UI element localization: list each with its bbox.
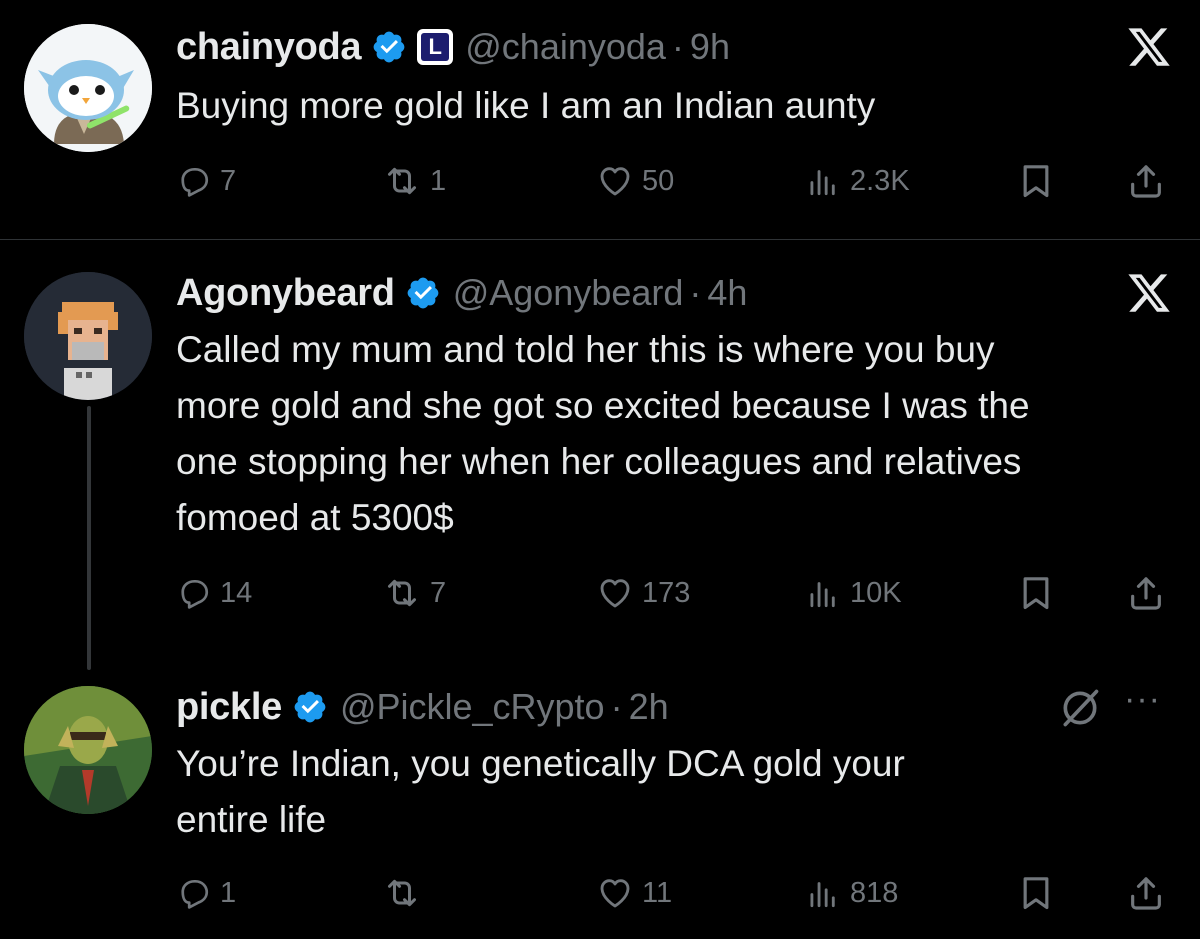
share-icon — [1126, 161, 1166, 201]
post-time[interactable]: 2h — [629, 686, 669, 728]
action-bar: 1 11 818 — [176, 870, 1176, 916]
verified-badge-icon[interactable] — [405, 275, 441, 311]
grok-icon[interactable] — [1058, 686, 1102, 730]
tweet-text: Called my mum and told her this is where… — [176, 322, 1176, 546]
heart-icon — [596, 874, 634, 912]
repost-button[interactable] — [382, 870, 430, 916]
tweet-text-line: You’re Indian, you genetically DCA gold … — [176, 743, 905, 784]
reply-button[interactable]: 7 — [176, 158, 236, 204]
reply-count: 1 — [220, 876, 237, 909]
painting-avatar-icon — [24, 686, 152, 814]
like-button[interactable]: 50 — [596, 158, 674, 204]
tweet-text-line: Buying more gold like I am an Indian aun… — [176, 85, 876, 126]
verified-badge-icon[interactable] — [371, 29, 407, 65]
share-icon — [1126, 573, 1166, 613]
display-name[interactable]: pickle — [176, 686, 282, 729]
user-handle[interactable]: @chainyoda — [465, 26, 666, 68]
bookmark-button[interactable] — [1016, 870, 1056, 916]
tweet-header: pickle @Pickle_cRypto · 2h — [176, 680, 669, 734]
bookmark-icon — [1016, 573, 1056, 613]
like-button[interactable]: 173 — [596, 570, 690, 616]
verified-badge-icon[interactable] — [292, 689, 328, 725]
share-icon — [1126, 873, 1166, 913]
separator-dot: · — [610, 686, 623, 727]
more-options-button[interactable]: ··· — [1124, 680, 1161, 719]
separator-dot: · — [671, 26, 684, 67]
thread-connector — [87, 406, 91, 670]
heart-icon — [596, 162, 634, 200]
tweet-text-line: one stopping her when her colleagues and… — [176, 441, 1022, 482]
repost-count: 7 — [430, 576, 447, 609]
tweet-header: Agonybeard @Agonybeard · 4h — [176, 266, 747, 320]
heart-icon — [596, 574, 634, 612]
like-button[interactable]: 11 — [596, 870, 672, 916]
bookmark-button[interactable] — [1016, 570, 1056, 616]
tweet-text-line: more gold and she got so excited because… — [176, 385, 1030, 426]
views-button[interactable]: 2.3K — [804, 158, 910, 204]
tweet-text: You’re Indian, you genetically DCA gold … — [176, 736, 1176, 848]
reply-button[interactable]: 1 — [176, 870, 236, 916]
affiliate-badge-icon[interactable]: L — [417, 29, 454, 65]
avatar-agonybeard[interactable] — [24, 272, 152, 400]
bookmark-icon — [1016, 161, 1056, 201]
view-count: 10K — [850, 576, 902, 609]
action-bar: 7 1 50 2.3K — [176, 158, 1176, 204]
reply-icon — [176, 163, 212, 199]
x-logo-icon — [1126, 24, 1172, 70]
penguin-avatar-icon — [24, 24, 152, 152]
repost-button[interactable]: 7 — [382, 570, 446, 616]
tweet-pickle[interactable]: pickle @Pickle_cRypto · 2h ··· You’re In… — [0, 660, 1200, 939]
repost-button[interactable]: 1 — [382, 158, 446, 204]
tweet-text-line: entire life — [176, 799, 327, 840]
avatar-pickle[interactable] — [24, 686, 152, 814]
tweet-text-line: Called my mum and told her this is where… — [176, 329, 995, 370]
share-button[interactable] — [1126, 570, 1166, 616]
reply-count: 7 — [220, 164, 237, 197]
post-time[interactable]: 4h — [707, 272, 747, 314]
post-time[interactable]: 9h — [690, 26, 730, 68]
views-button[interactable]: 10K — [804, 570, 902, 616]
reply-icon — [176, 575, 212, 611]
views-icon — [804, 874, 842, 912]
share-button[interactable] — [1126, 870, 1166, 916]
view-count: 2.3K — [850, 164, 910, 197]
like-count: 173 — [642, 576, 691, 609]
reply-icon — [176, 875, 212, 911]
tweet-chainyoda[interactable]: chainyoda L @chainyoda · 9h Buying more … — [0, 0, 1200, 240]
repost-icon — [382, 873, 422, 913]
tweet-agonybeard[interactable]: Agonybeard @Agonybeard · 4h Called my mu… — [0, 240, 1200, 670]
like-count: 11 — [642, 876, 673, 909]
display-name[interactable]: Agonybeard — [176, 272, 395, 315]
avatar-chainyoda[interactable] — [24, 24, 152, 152]
pixel-avatar-icon — [24, 272, 152, 400]
user-handle[interactable]: @Pickle_cRypto — [340, 686, 605, 728]
tweet-header: chainyoda L @chainyoda · 9h — [176, 20, 730, 74]
tweet-text-line: fomoed at 5300$ — [176, 497, 454, 538]
share-button[interactable] — [1126, 158, 1166, 204]
views-icon — [804, 574, 842, 612]
display-name[interactable]: chainyoda — [176, 26, 362, 69]
reply-count: 14 — [220, 576, 253, 609]
user-handle[interactable]: @Agonybeard — [453, 272, 684, 314]
like-count: 50 — [642, 164, 675, 197]
views-button[interactable]: 818 — [804, 870, 898, 916]
views-icon — [804, 162, 842, 200]
action-bar: 14 7 173 10K — [176, 570, 1176, 616]
repost-icon — [382, 161, 422, 201]
separator-dot: · — [689, 272, 702, 313]
affiliate-badge-letter: L — [421, 33, 450, 61]
repost-icon — [382, 573, 422, 613]
reply-button[interactable]: 14 — [176, 570, 252, 616]
view-count: 818 — [850, 876, 899, 909]
x-logo-icon — [1126, 270, 1172, 316]
repost-count: 1 — [430, 164, 447, 197]
tweet-text: Buying more gold like I am an Indian aun… — [176, 78, 1176, 134]
bookmark-button[interactable] — [1016, 158, 1056, 204]
bookmark-icon — [1016, 873, 1056, 913]
